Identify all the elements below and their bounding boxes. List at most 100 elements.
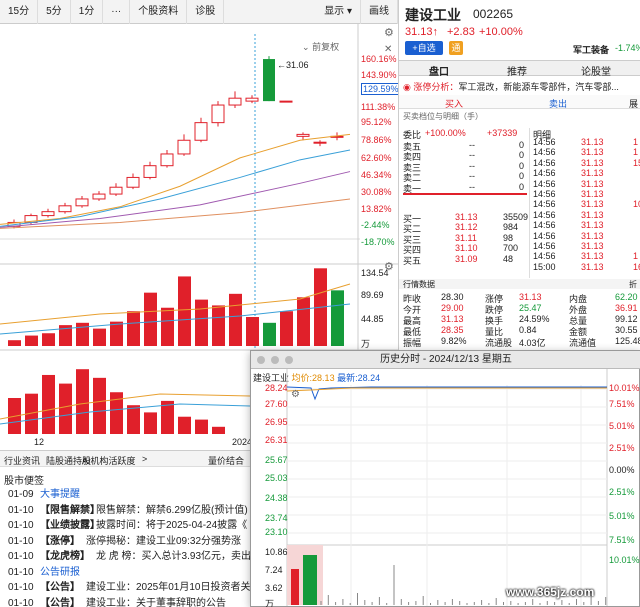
percent-tick-label: 2.51% <box>609 443 635 453</box>
quote-tabs: 盘口 推荐 论股堂 <box>399 60 640 78</box>
news-row: 01-10 【限售解禁】 限售解禁：解禁6.299亿股(预计值) <box>0 503 250 519</box>
news-tag: 【涨停】 <box>40 535 80 547</box>
tab-forum[interactable]: 论股堂 <box>581 63 611 78</box>
period-15min-button[interactable]: 15分 <box>0 0 39 24</box>
news-date: 01-10 <box>8 566 34 578</box>
indicator-bar <box>93 377 106 434</box>
volume-bar <box>263 322 276 346</box>
tick-time: 14:56 <box>533 251 556 262</box>
stat-value: 30.55 <box>615 325 638 335</box>
period-5min-button[interactable]: 5分 <box>38 0 71 24</box>
tab-handicap[interactable]: 盘口 <box>429 63 449 78</box>
news-text: 涨停揭秘：建设工业09:32分强势涨 <box>86 535 242 547</box>
tab-recommend[interactable]: 推荐 <box>507 63 527 78</box>
tick-row: 14:56 31.13 <box>399 220 640 230</box>
stat-label: 振幅 <box>403 338 422 348</box>
tab-ai-institution[interactable]: AI机构活跃度 <box>82 454 136 467</box>
percent-tick-label: 5.01% <box>609 421 635 431</box>
volume-bar <box>246 317 259 346</box>
news-row: 01-10 【业绩披露】 披露时间：将于2025-04-24披露《 <box>0 518 250 534</box>
gear-icon[interactable]: ⚙ <box>291 389 300 400</box>
peak-price-label: ←31.06 <box>277 60 309 70</box>
news-date: 01-10 <box>8 504 34 516</box>
tab-volume-price[interactable]: 量价结合 <box>208 454 244 467</box>
tick-price: 31.13 <box>581 157 604 168</box>
tick-price: 31.13 <box>581 189 604 199</box>
news-tag: 【业绩披露】 <box>40 520 100 531</box>
add-watchlist-button[interactable]: +自选 <box>405 41 443 55</box>
stat-value: 0.84 <box>519 325 537 335</box>
tick-price: 31.13 <box>581 251 604 262</box>
tabs-more-button[interactable]: > <box>142 454 147 464</box>
sell-button[interactable]: 卖出 <box>549 97 567 110</box>
tick-row: 14:56 31.13 15 <box>399 158 640 168</box>
more-button[interactable]: ··· <box>103 0 131 24</box>
moving-average-line <box>0 133 351 225</box>
price-tick-label: 万 <box>265 599 275 607</box>
volume-tick-label: 89.69 <box>361 290 384 300</box>
candle-body <box>58 205 72 213</box>
volume-bar <box>8 340 21 346</box>
stats-title: 行情数据 <box>403 280 435 289</box>
maximize-window-icon[interactable] <box>285 356 293 364</box>
stat-value: 24.59% <box>519 314 550 324</box>
tick-price: 31.13 <box>581 230 604 241</box>
fold-button[interactable]: 折 <box>629 279 637 290</box>
intraday-svg[interactable] <box>251 369 639 606</box>
tick-price: 31.13 <box>581 137 604 147</box>
x-tick-label: 12 <box>34 437 45 447</box>
volume-bar <box>178 276 191 346</box>
volume-bar <box>127 311 140 346</box>
expand-button[interactable]: 展 <box>629 97 638 110</box>
volume-bar <box>291 569 299 605</box>
tick-price: 31.13 <box>581 168 604 179</box>
news-date: 01-10 <box>8 520 34 531</box>
period-1min-button[interactable]: 1分 <box>71 0 104 24</box>
candle-body <box>313 141 327 144</box>
popup-titlebar[interactable]: 历史分时 - 2024/12/13 星期五 <box>251 351 640 369</box>
volume-bar <box>161 307 174 346</box>
price-tick-label: 28.24 <box>265 383 288 393</box>
history-intraday-popup[interactable]: 历史分时 - 2024/12/13 星期五 建设工业 均价:28.13 最新:2… <box>250 350 640 607</box>
candle-body <box>143 165 157 178</box>
percent-tick-label: 62.60% <box>361 153 392 163</box>
sector-name[interactable]: 军工装备 <box>573 43 609 56</box>
tick-time: 14:56 <box>533 157 556 168</box>
connect-badge[interactable]: 通 <box>449 41 463 55</box>
buy-button[interactable]: 买入 <box>445 97 463 110</box>
stock-profile-button[interactable]: 个股资料 <box>130 0 188 24</box>
tick-time: 14:56 <box>533 220 556 231</box>
indicator-bar <box>127 405 140 434</box>
news-tag: 【龙虎榜】 <box>40 551 90 562</box>
watermark: www.365jz.com <box>506 585 595 599</box>
tick-row: 14:56 31.13 <box>399 179 640 189</box>
close-window-icon[interactable] <box>257 356 265 364</box>
news-tag: 【限售解禁】 <box>40 504 100 516</box>
volume-tick-label: 万 <box>361 339 371 349</box>
gear-icon[interactable]: ⚙ <box>384 260 394 273</box>
display-menu[interactable]: 显示 ▾ <box>316 0 361 24</box>
stat-value: 25.47 <box>519 303 542 313</box>
price-tick-label: 10.86 <box>265 547 288 557</box>
tick-price: 31.13 <box>581 199 604 210</box>
limit-up-reason[interactable]: ◉ 涨停分析：军工混改，新能源车零部件，汽车零部... <box>403 80 639 93</box>
price-tick-label: 3.62 <box>265 583 283 593</box>
stat-value: 28.30 <box>441 292 464 302</box>
news-text: 披露时间：将于2025-04-24披露《 <box>96 520 248 531</box>
tab-industry[interactable]: 行业资讯 <box>4 454 40 467</box>
percent-tick-label: 13.82% <box>361 204 392 214</box>
percent-tick-label: 111.38% <box>361 102 396 112</box>
draw-line-button[interactable]: 画线 <box>361 0 398 24</box>
adjust-selector[interactable]: ⌄ 前复权 <box>302 40 339 53</box>
tick-time: 14:56 <box>533 230 556 241</box>
info-tabs: 行业资讯 陆股通持股 AI机构活跃度 > 量价结合 <box>0 451 250 467</box>
diagnose-button[interactable]: 诊股 <box>187 0 225 24</box>
minimize-window-icon[interactable] <box>271 356 279 364</box>
gear-icon[interactable]: ⚙ <box>384 26 394 39</box>
percent-tick-label: 5.01% <box>609 511 635 521</box>
volume-bar <box>229 293 242 346</box>
stat-label: 流通值 <box>569 338 597 348</box>
stat-value: 31.13 <box>441 314 464 324</box>
tick-row: 14:56 31.13 <box>399 189 640 199</box>
tick-volume: 1 <box>633 147 639 158</box>
